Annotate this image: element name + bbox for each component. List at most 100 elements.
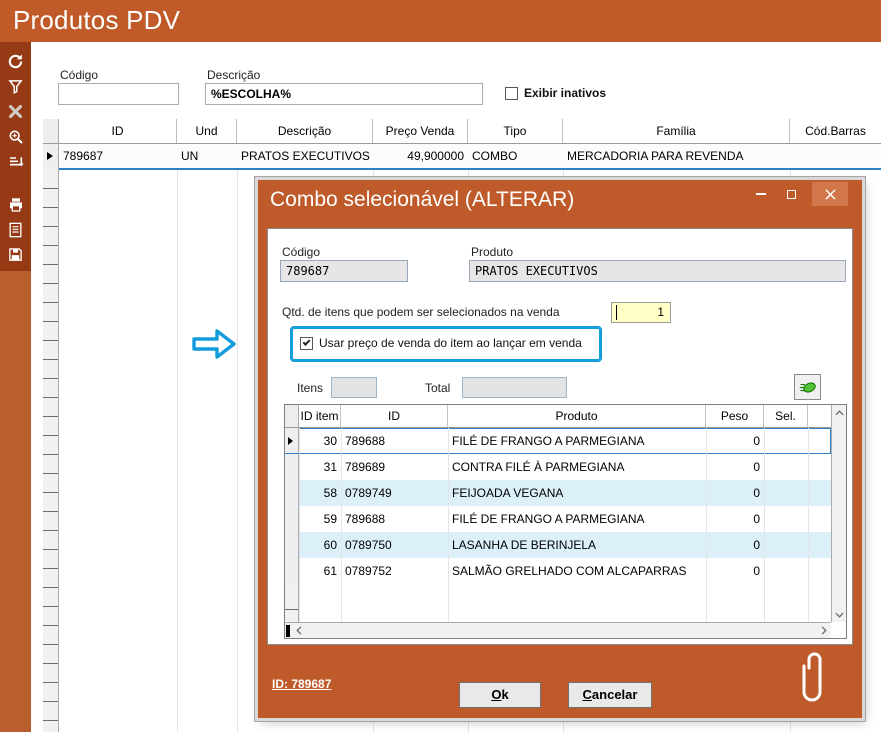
- cell-produto: LASANHA DE BERINJELA: [448, 532, 706, 558]
- cell-produto: FILÉ DE FRANGO A PARMEGIANA: [448, 428, 706, 453]
- total-field: [462, 377, 567, 398]
- row-indicator: [285, 558, 299, 584]
- qtd-input[interactable]: 1: [611, 302, 671, 323]
- report-icon: [8, 222, 23, 238]
- record-id-link[interactable]: ID: 789687: [272, 677, 331, 691]
- cell-sel: [764, 532, 808, 558]
- vertical-scrollbar[interactable]: [831, 405, 846, 622]
- items-header-id-item[interactable]: ID item: [299, 405, 341, 427]
- scroll-down-icon[interactable]: [834, 609, 845, 620]
- dialog-codigo-label: Código: [282, 245, 320, 259]
- report-button[interactable]: [3, 217, 28, 242]
- scroll-left-icon[interactable]: [293, 625, 304, 636]
- codigo-filter-input[interactable]: [58, 83, 179, 105]
- scroll-position-marker: [286, 625, 290, 637]
- cell-sel: [764, 506, 808, 532]
- items-column-line: [448, 428, 449, 622]
- grid-header-tipo[interactable]: Tipo: [468, 119, 563, 143]
- cell-id-item: 58: [299, 480, 341, 506]
- total-label: Total: [425, 381, 450, 395]
- exibir-inativos-label: Exibir inativos: [524, 86, 606, 100]
- ok-label: Ok: [460, 683, 540, 707]
- grid-header-descricao[interactable]: Descrição: [237, 119, 373, 143]
- usar-preco-label: Usar preço de venda do item ao lançar em…: [319, 336, 582, 350]
- sort-icon: [8, 154, 24, 170]
- text-caret: [616, 305, 617, 320]
- green-clean-icon: [799, 380, 817, 395]
- horizontal-scrollbar[interactable]: [285, 622, 831, 638]
- search-button[interactable]: [3, 124, 28, 149]
- descricao-filter-input[interactable]: %ESCOLHA%: [205, 83, 483, 105]
- cell-tipo: COMBO: [468, 144, 563, 168]
- grid-header-familia[interactable]: Família: [563, 119, 790, 143]
- save-button[interactable]: [3, 242, 28, 267]
- paperclip-icon: [801, 648, 827, 711]
- items-header-peso[interactable]: Peso: [706, 405, 764, 427]
- dialog-produto-field[interactable]: PRATOS EXECUTIVOS: [469, 260, 846, 282]
- items-header-sel[interactable]: Sel.: [764, 405, 808, 427]
- cell-peso: 0: [706, 532, 764, 558]
- cell-produto: FILÉ DE FRANGO A PARMEGIANA: [448, 506, 706, 532]
- zoom-icon: [8, 129, 24, 145]
- cell-peso: 0: [706, 428, 764, 453]
- cell-id-item: 60: [299, 532, 341, 558]
- list-item[interactable]: 59 789688 FILÉ DE FRANGO A PARMEGIANA 0: [285, 506, 831, 532]
- cell-id: 789688: [341, 506, 448, 532]
- cell-sel: [764, 558, 808, 584]
- checkbox-unchecked-icon: [505, 87, 518, 100]
- scroll-up-icon[interactable]: [834, 407, 845, 418]
- minimize-button[interactable]: [746, 182, 776, 206]
- qtd-label: Qtd. de itens que podem ser selecionados…: [282, 305, 560, 319]
- qtd-value: 1: [657, 305, 664, 319]
- cell-descricao: PRATOS EXECUTIVOS: [237, 144, 373, 168]
- maximize-icon: [787, 190, 796, 199]
- dialog-codigo-field[interactable]: 789687: [280, 260, 408, 282]
- list-item[interactable]: 60 0789750 LASANHA DE BERINJELA 0: [285, 532, 831, 558]
- toolbar-sidebar: [0, 42, 31, 271]
- cell-und: UN: [177, 144, 237, 168]
- sort-button[interactable]: [3, 149, 28, 174]
- items-header-id[interactable]: ID: [341, 405, 448, 427]
- list-item[interactable]: 31 789689 CONTRA FILÉ À PARMEGIANA 0: [285, 454, 831, 480]
- filter-icon: [8, 79, 23, 94]
- dialog-panel: Código 789687 Produto PRATOS EXECUTIVOS …: [267, 228, 853, 645]
- cell-id: 0789749: [341, 480, 448, 506]
- usar-preco-checkbox[interactable]: Usar preço de venda do item ao lançar em…: [300, 336, 582, 350]
- maximize-button[interactable]: [776, 182, 806, 206]
- items-header-produto[interactable]: Produto: [448, 405, 706, 427]
- row-indicator: [285, 454, 299, 480]
- clear-values-button[interactable]: [794, 374, 821, 400]
- list-item[interactable]: 30 789688 FILÉ DE FRANGO A PARMEGIANA 0: [285, 428, 831, 454]
- table-row[interactable]: 789687 UN PRATOS EXECUTIVOS 49,900000 CO…: [43, 144, 881, 170]
- cancel-button[interactable]: Cancelar: [568, 682, 652, 708]
- grid-header-und[interactable]: Und: [177, 119, 237, 143]
- close-button[interactable]: [812, 182, 848, 206]
- grid-header-id[interactable]: ID: [59, 119, 177, 143]
- ok-button[interactable]: Ok: [459, 682, 541, 708]
- row-indicator: [285, 428, 299, 453]
- cell-familia: MERCADORIA PARA REVENDA: [563, 144, 790, 168]
- cell-id-item: 30: [299, 428, 341, 453]
- cell-sel: [764, 428, 808, 453]
- cell-id: 789687: [59, 144, 177, 168]
- items-table-body: 30 789688 FILÉ DE FRANGO A PARMEGIANA 0 …: [285, 428, 831, 584]
- exibir-inativos-checkbox[interactable]: Exibir inativos: [505, 86, 606, 100]
- grid-header-codbarras[interactable]: Cód.Barras: [790, 119, 881, 143]
- cell-id: 789689: [341, 454, 448, 480]
- close-icon: [825, 189, 836, 200]
- print-button[interactable]: [3, 192, 28, 217]
- clear-filter-icon: [8, 104, 23, 119]
- cell-codbarras: [790, 144, 881, 168]
- row-indicator: [285, 506, 299, 532]
- grid-header-preco[interactable]: Preço Venda: [373, 119, 468, 143]
- cell-peso: 0: [706, 558, 764, 584]
- clear-filter-button[interactable]: [3, 99, 28, 124]
- row-marker-icon: [47, 152, 53, 160]
- cell-id: 789688: [341, 428, 448, 453]
- refresh-button[interactable]: [3, 49, 28, 74]
- list-item[interactable]: 58 0789749 FEIJOADA VEGANA 0: [285, 480, 831, 506]
- scroll-right-icon[interactable]: [818, 625, 829, 636]
- filter-button[interactable]: [3, 74, 28, 99]
- items-table-header: ID item ID Produto Peso Sel.: [285, 405, 831, 428]
- list-item[interactable]: 61 0789752 SALMÃO GRELHADO COM ALCAPARRA…: [285, 558, 831, 584]
